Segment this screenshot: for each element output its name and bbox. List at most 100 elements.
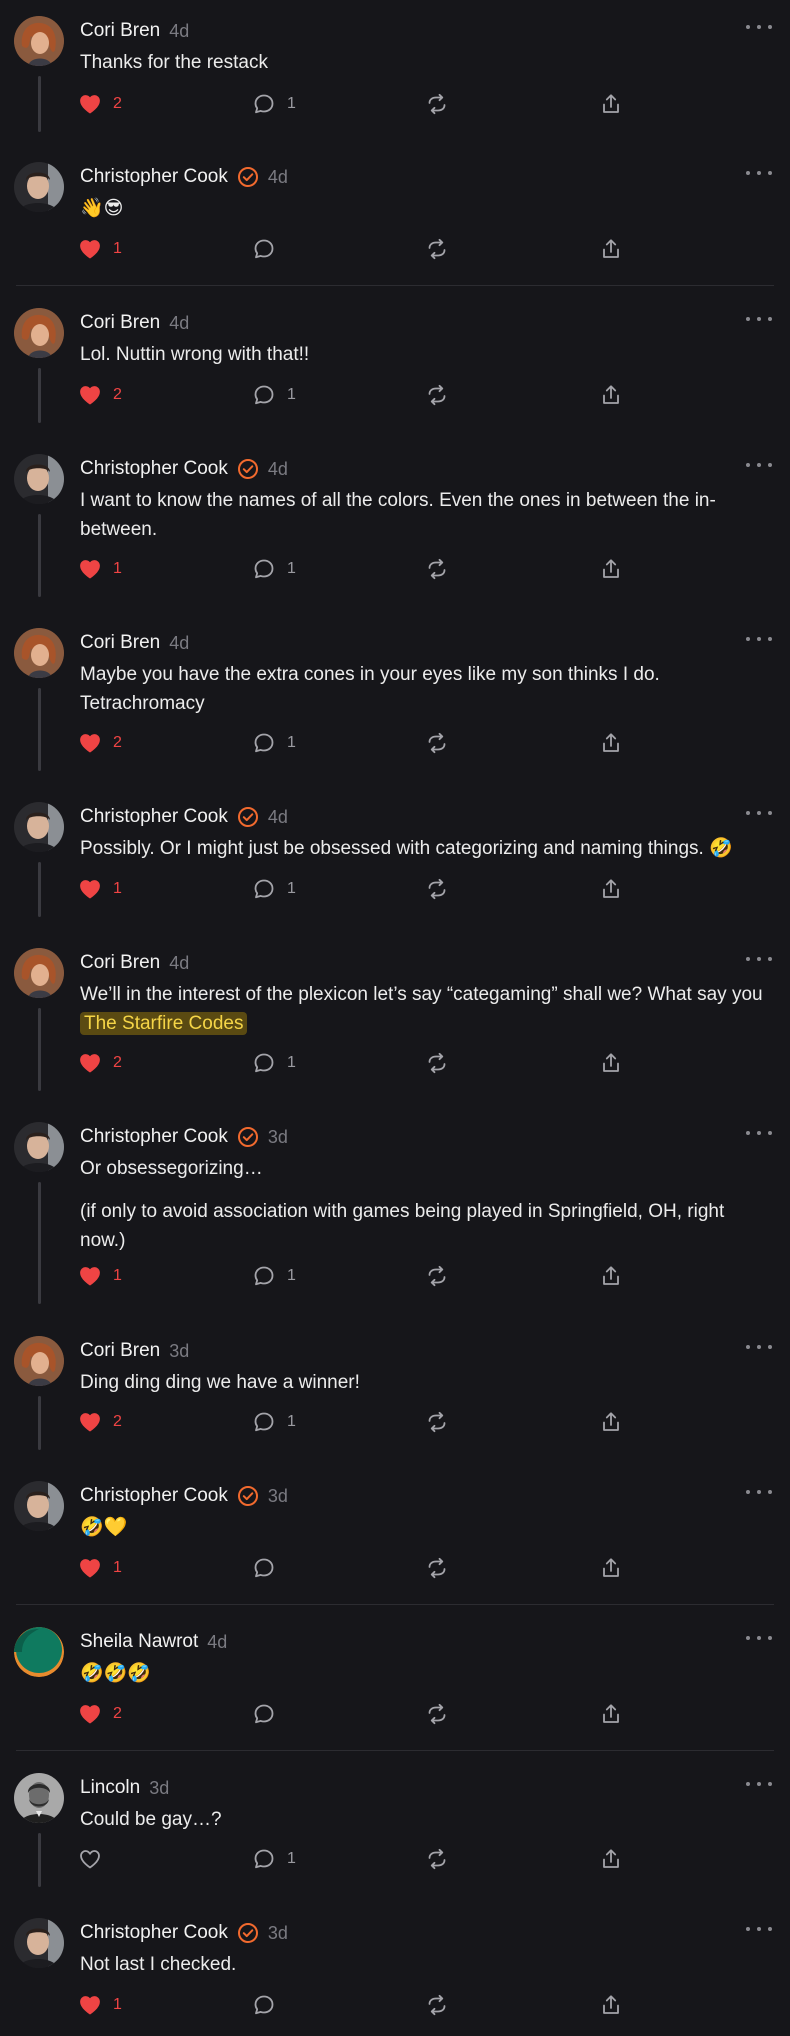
author-name[interactable]: Sheila Nawrot (80, 1631, 198, 1653)
avatar[interactable] (14, 1122, 64, 1172)
restack-button[interactable] (425, 235, 449, 263)
share-button[interactable] (599, 90, 623, 118)
share-button[interactable] (599, 235, 623, 263)
timestamp[interactable]: 4d (268, 167, 288, 188)
restack-button[interactable] (425, 1700, 449, 1728)
share-button[interactable] (599, 729, 623, 757)
like-button[interactable] (78, 1845, 113, 1873)
reply-button[interactable]: 1 (252, 729, 296, 757)
restack-button[interactable] (425, 1991, 449, 2019)
like-button[interactable]: 2 (78, 381, 122, 409)
author-name[interactable]: Christopher Cook (80, 806, 228, 828)
share-button[interactable] (599, 555, 623, 583)
avatar[interactable] (14, 454, 64, 504)
timestamp[interactable]: 4d (268, 459, 288, 480)
share-button[interactable] (599, 381, 623, 409)
avatar[interactable] (14, 1481, 64, 1531)
timestamp[interactable]: 3d (268, 1923, 288, 1944)
ellipsis-icon[interactable] (746, 1631, 772, 1645)
author-name[interactable]: Christopher Cook (80, 1126, 228, 1148)
timestamp[interactable]: 3d (149, 1778, 169, 1799)
author-name[interactable]: Cori Bren (80, 952, 160, 974)
like-button[interactable]: 1 (78, 555, 122, 583)
restack-button[interactable] (425, 729, 449, 757)
reply-button[interactable] (252, 1554, 287, 1582)
share-button[interactable] (599, 1991, 623, 2019)
like-button[interactable]: 1 (78, 235, 122, 263)
avatar[interactable] (14, 802, 64, 852)
reply-button[interactable]: 1 (252, 1845, 296, 1873)
avatar[interactable] (14, 308, 64, 358)
restack-button[interactable] (425, 875, 449, 903)
ellipsis-icon[interactable] (746, 806, 772, 820)
timestamp[interactable]: 4d (169, 633, 189, 654)
reply-button[interactable]: 1 (252, 1408, 296, 1436)
author-name[interactable]: Lincoln (80, 1777, 140, 1799)
like-button[interactable]: 2 (78, 1408, 122, 1436)
ellipsis-icon[interactable] (746, 1922, 772, 1936)
avatar[interactable] (14, 948, 64, 998)
restack-button[interactable] (425, 1262, 449, 1290)
author-name[interactable]: Cori Bren (80, 20, 160, 42)
like-button[interactable]: 2 (78, 1700, 122, 1728)
ellipsis-icon[interactable] (746, 1340, 772, 1354)
share-button[interactable] (599, 875, 623, 903)
ellipsis-icon[interactable] (746, 1777, 772, 1791)
ellipsis-icon[interactable] (746, 20, 772, 34)
reply-button[interactable]: 1 (252, 1262, 296, 1290)
timestamp[interactable]: 4d (268, 807, 288, 828)
restack-button[interactable] (425, 1554, 449, 1582)
avatar[interactable] (14, 16, 64, 66)
author-name[interactable]: Christopher Cook (80, 1922, 228, 1944)
share-button[interactable] (599, 1700, 623, 1728)
like-button[interactable]: 2 (78, 90, 122, 118)
reply-button[interactable]: 1 (252, 555, 296, 583)
timestamp[interactable]: 3d (268, 1127, 288, 1148)
like-button[interactable]: 1 (78, 1262, 122, 1290)
restack-button[interactable] (425, 1049, 449, 1077)
ellipsis-icon[interactable] (746, 632, 772, 646)
share-button[interactable] (599, 1408, 623, 1436)
timestamp[interactable]: 4d (169, 21, 189, 42)
restack-button[interactable] (425, 555, 449, 583)
author-name[interactable]: Christopher Cook (80, 1485, 228, 1507)
reply-button[interactable]: 1 (252, 875, 296, 903)
author-name[interactable]: Cori Bren (80, 632, 160, 654)
like-button[interactable]: 1 (78, 875, 122, 903)
ellipsis-icon[interactable] (746, 1126, 772, 1140)
share-button[interactable] (599, 1262, 623, 1290)
restack-button[interactable] (425, 90, 449, 118)
author-name[interactable]: Christopher Cook (80, 166, 228, 188)
share-button[interactable] (599, 1554, 623, 1582)
ellipsis-icon[interactable] (746, 1485, 772, 1499)
timestamp[interactable]: 4d (169, 313, 189, 334)
timestamp[interactable]: 3d (169, 1341, 189, 1362)
ellipsis-icon[interactable] (746, 952, 772, 966)
avatar[interactable] (14, 1336, 64, 1386)
restack-button[interactable] (425, 381, 449, 409)
avatar[interactable] (14, 1918, 64, 1968)
like-button[interactable]: 2 (78, 1049, 122, 1077)
author-name[interactable]: Christopher Cook (80, 458, 228, 480)
reply-button[interactable]: 1 (252, 1049, 296, 1077)
like-button[interactable]: 1 (78, 1554, 122, 1582)
ellipsis-icon[interactable] (746, 166, 772, 180)
share-button[interactable] (599, 1845, 623, 1873)
like-button[interactable]: 1 (78, 1991, 122, 2019)
ellipsis-icon[interactable] (746, 312, 772, 326)
reply-button[interactable] (252, 235, 287, 263)
share-button[interactable] (599, 1049, 623, 1077)
avatar[interactable] (14, 162, 64, 212)
restack-button[interactable] (425, 1408, 449, 1436)
user-mention[interactable]: The Starfire Codes (80, 1012, 248, 1035)
reply-button[interactable]: 1 (252, 90, 296, 118)
timestamp[interactable]: 3d (268, 1486, 288, 1507)
reply-button[interactable] (252, 1700, 287, 1728)
avatar[interactable] (14, 1773, 64, 1823)
reply-button[interactable]: 1 (252, 381, 296, 409)
avatar[interactable] (14, 628, 64, 678)
ellipsis-icon[interactable] (746, 458, 772, 472)
author-name[interactable]: Cori Bren (80, 1340, 160, 1362)
timestamp[interactable]: 4d (169, 953, 189, 974)
restack-button[interactable] (425, 1845, 449, 1873)
